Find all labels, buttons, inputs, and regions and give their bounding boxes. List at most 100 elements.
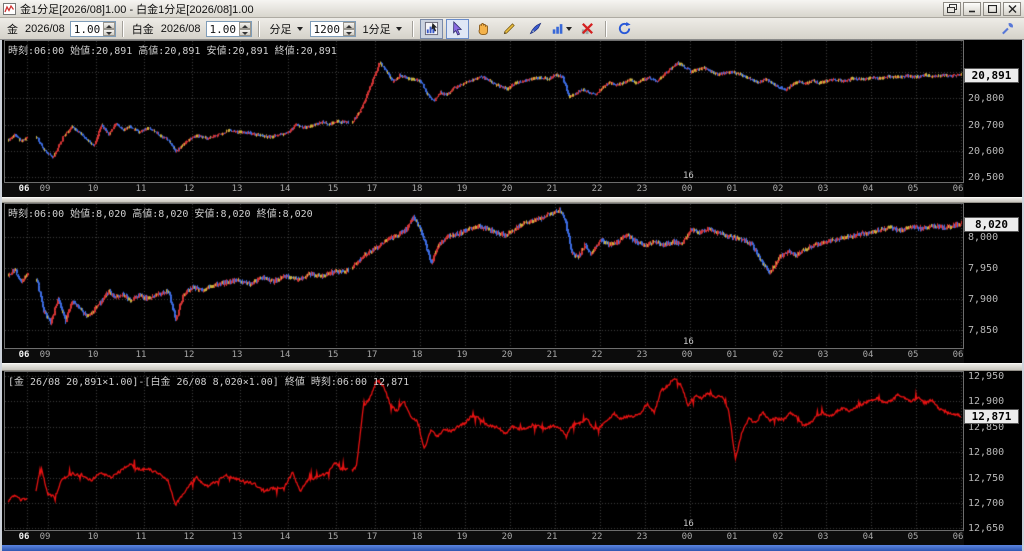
platinum-ratio-spinner[interactable] bbox=[238, 21, 251, 36]
pen-curve-icon bbox=[529, 22, 541, 35]
time-axis-label: 10 bbox=[87, 532, 99, 542]
y-axis-tick-label: 12,950 bbox=[968, 370, 1005, 382]
time-axis-label: 14 bbox=[279, 350, 291, 360]
bar-type-label: 分足 bbox=[269, 23, 292, 36]
y-axis-tick-label: 20,600 bbox=[968, 145, 1005, 157]
time-axis-label: 15 bbox=[327, 350, 339, 360]
wrench-icon bbox=[1002, 23, 1013, 35]
time-axis-label: 23 bbox=[636, 532, 648, 542]
time-axis-label: 15 bbox=[327, 532, 339, 542]
y-axis-tick-label: 12,900 bbox=[968, 396, 1005, 408]
gold-contract-label: 2026/08 bbox=[25, 22, 65, 35]
chart-pointer-icon bbox=[424, 21, 438, 36]
time-axis-label: 06 bbox=[18, 184, 30, 194]
time-axis-label: 14 bbox=[279, 532, 291, 542]
date-marker-label: 16 bbox=[683, 519, 694, 529]
select-cursor-tool-button[interactable] bbox=[445, 18, 469, 39]
chart-pointer-tool-button[interactable] bbox=[419, 18, 443, 39]
refresh-button[interactable] bbox=[613, 19, 636, 39]
bar-type-dropdown[interactable]: 分足 bbox=[266, 21, 307, 37]
time-axis-label: 19 bbox=[456, 184, 468, 194]
interval-dropdown[interactable]: 1分足 bbox=[359, 21, 406, 37]
gold-ratio-input[interactable]: 1.00 bbox=[69, 20, 116, 37]
time-axis-label: 09 bbox=[39, 532, 51, 542]
toolbar-separator bbox=[411, 20, 414, 37]
y-axis-tick-label: 7,900 bbox=[968, 294, 999, 306]
time-axis-label: 21 bbox=[546, 184, 558, 194]
time-axis-label: 01 bbox=[726, 532, 738, 542]
close-button[interactable] bbox=[1003, 1, 1021, 16]
time-axis-label: 06 bbox=[18, 350, 30, 360]
bar-count-value[interactable]: 1200 bbox=[311, 22, 343, 36]
time-axis-label: 06 bbox=[952, 350, 964, 360]
gold-chart-canvas[interactable] bbox=[4, 40, 964, 183]
float-window-button[interactable] bbox=[943, 1, 961, 16]
indicator-tool-button[interactable] bbox=[550, 19, 573, 39]
time-axis-label: 02 bbox=[772, 350, 784, 360]
y-axis-tick-label: 7,950 bbox=[968, 262, 999, 274]
time-axis-label: 03 bbox=[817, 350, 829, 360]
gold-ratio-spinner[interactable] bbox=[102, 21, 115, 36]
time-axis-label: 17 bbox=[366, 532, 378, 542]
gold-ratio-value[interactable]: 1.00 bbox=[71, 22, 103, 36]
time-axis-label: 02 bbox=[772, 184, 784, 194]
time-axis-label: 11 bbox=[135, 350, 147, 360]
time-axis-label: 12 bbox=[183, 532, 195, 542]
y-axis-tick-label: 12,750 bbox=[968, 472, 1005, 484]
platinum-chart-canvas[interactable] bbox=[4, 203, 964, 349]
pen-curve-tool-button[interactable] bbox=[524, 19, 547, 39]
spread-last-price-box: 12,871 bbox=[964, 408, 1019, 424]
time-axis-label: 18 bbox=[411, 350, 423, 360]
pencil-draw-tool-button[interactable] bbox=[498, 19, 521, 39]
spread-chart-canvas[interactable] bbox=[4, 371, 964, 531]
y-axis-tick-label: 12,650 bbox=[968, 523, 1005, 535]
hand-pan-tool-button[interactable] bbox=[472, 19, 495, 39]
time-axis-label: 04 bbox=[862, 532, 874, 542]
spread-time-axis: 06 09 10 11 12 13 14 15 17 18 19 20 21 22 23 00 01 02 03 04… bbox=[2, 531, 964, 545]
time-axis-label: 17 bbox=[366, 350, 378, 360]
platinum-ratio-value[interactable]: 1.00 bbox=[207, 22, 239, 36]
time-axis-label: 18 bbox=[411, 532, 423, 542]
y-axis-tick-label: 8,000 bbox=[968, 231, 999, 243]
indicator-delete-tool-button[interactable] bbox=[576, 19, 599, 39]
gold-last-price-box: 20,891 bbox=[964, 67, 1019, 83]
y-axis-tick-label: 20,500 bbox=[968, 171, 1005, 183]
bar-count-spinner[interactable] bbox=[342, 21, 355, 36]
panel-splitter[interactable] bbox=[2, 363, 1022, 371]
maximize-button[interactable] bbox=[983, 1, 1001, 16]
chart-app-icon bbox=[3, 2, 16, 15]
select-cursor-icon bbox=[452, 21, 462, 36]
time-axis-label: 00 bbox=[681, 350, 693, 360]
time-axis-label: 00 bbox=[681, 184, 693, 194]
pencil-icon bbox=[503, 23, 515, 35]
settings-button[interactable] bbox=[996, 19, 1019, 39]
time-axis-label: 09 bbox=[39, 350, 51, 360]
time-axis-label: 10 bbox=[87, 350, 99, 360]
date-marker-label: 16 bbox=[683, 337, 694, 347]
time-axis-label: 13 bbox=[231, 184, 243, 194]
time-axis-label: 21 bbox=[546, 532, 558, 542]
window-title: 金1分足[2026/08]1.00 - 白金1分足[2026/08]1.00 bbox=[20, 3, 254, 16]
time-axis-label: 01 bbox=[726, 184, 738, 194]
platinum-ratio-input[interactable]: 1.00 bbox=[205, 20, 252, 37]
time-axis-label: 21 bbox=[546, 350, 558, 360]
y-axis-tick-label: 12,700 bbox=[968, 497, 1005, 509]
time-axis-label: 20 bbox=[501, 532, 513, 542]
time-axis-label: 03 bbox=[817, 532, 829, 542]
indicator-delete-icon bbox=[581, 23, 593, 35]
time-axis-label: 06 bbox=[952, 532, 964, 542]
bar-count-input[interactable]: 1200 bbox=[309, 20, 356, 37]
gold-ohlc-readout: 時刻:06:00 始値:20,891 高値:20,891 安値:20,891 終… bbox=[8, 46, 337, 57]
interval-label: 1分足 bbox=[362, 23, 391, 36]
time-axis-label: 22 bbox=[591, 350, 603, 360]
indicator-bars-icon bbox=[552, 24, 563, 34]
platinum-contract-label: 2026/08 bbox=[160, 22, 201, 35]
window-controls bbox=[943, 1, 1021, 16]
time-axis-label: 09 bbox=[39, 184, 51, 194]
minimize-button[interactable] bbox=[963, 1, 981, 16]
time-axis-label: 19 bbox=[456, 350, 468, 360]
time-axis-label: 23 bbox=[636, 350, 648, 360]
time-axis-label: 02 bbox=[772, 532, 784, 542]
time-axis-label: 18 bbox=[411, 184, 423, 194]
time-axis-label: 22 bbox=[591, 532, 603, 542]
